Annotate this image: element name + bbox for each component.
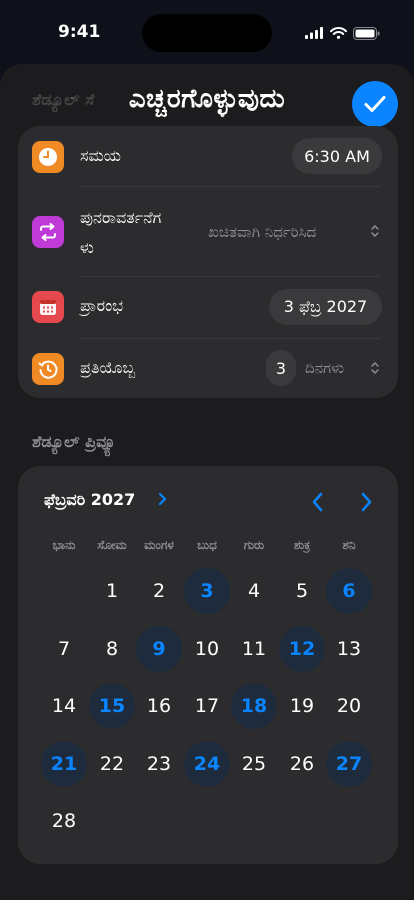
scheduled-day[interactable]: 15 xyxy=(89,683,135,729)
time-label: ಸಮಯ xyxy=(80,146,121,165)
every-row[interactable]: ಪ್ರತಿಯೊಬ್ಬ 3 ದಿನಗಳು xyxy=(18,339,398,398)
start-date-pill[interactable]: 3 ಫೆಬ್ರ 2027 xyxy=(269,289,382,325)
repeat-icon xyxy=(32,216,64,248)
settings-card: ಸಮಯ 6:30 AM ಪುನರಾವರ್ತನೆಗ ಳು ಖಚಿತವಾಗಿ ನಿರ… xyxy=(18,126,398,398)
calendar-day[interactable]: 13 xyxy=(326,626,372,672)
weekday-label: ಭಾನು xyxy=(52,538,76,552)
calendar-day[interactable]: 1 xyxy=(89,568,135,614)
scheduled-day[interactable]: 12 xyxy=(279,626,325,672)
weekday-label: ಮಂಗಳ xyxy=(144,538,174,552)
scheduled-day[interactable]: 6 xyxy=(326,568,372,614)
wifi-icon xyxy=(330,27,347,39)
next-month-button[interactable] xyxy=(360,492,372,512)
start-label: ಪ್ರಾರಂಭ xyxy=(80,296,124,315)
previous-month-button[interactable] xyxy=(312,492,324,512)
calendar-day[interactable]: 14 xyxy=(41,683,87,729)
status-bar: 9:41 xyxy=(0,0,414,64)
time-row[interactable]: ಸಮಯ 6:30 AM xyxy=(18,126,398,188)
checkmark-icon xyxy=(364,96,386,112)
every-unit[interactable]: ದಿನಗಳು xyxy=(305,359,344,377)
calendar-day[interactable]: 22 xyxy=(89,741,135,787)
calendar-day[interactable]: 4 xyxy=(231,568,277,614)
calendar-day[interactable]: 2 xyxy=(136,568,182,614)
status-time: 9:41 xyxy=(58,22,101,42)
alarm-sheet: ಶೆಡ್ಯೂಲ್ ಸೆ ಎಚ್ಚರಗೊಳ್ಳುವುದು ಸಮಯ 6:30 AM xyxy=(0,64,414,900)
every-count-pill[interactable]: 3 xyxy=(266,350,296,386)
month-label[interactable]: ಫೆಬ್ರವರಿ 2027 xyxy=(44,490,135,510)
start-row[interactable]: ಪ್ರಾರಂಭ 3 ಫೆಬ್ರ 2027 xyxy=(18,277,398,337)
calendar-day[interactable]: 19 xyxy=(279,683,325,729)
scheduled-day[interactable]: 9 xyxy=(136,626,182,672)
recurrence-label-line2: ಳು xyxy=(80,238,94,257)
every-label: ಪ್ರತಿಯೊಬ್ಬ xyxy=(80,358,136,377)
chevron-right-icon[interactable] xyxy=(158,492,167,506)
weekday-label: ಗುರು xyxy=(243,538,265,552)
calendar-day[interactable]: 8 xyxy=(89,626,135,672)
confirm-button[interactable] xyxy=(352,81,398,127)
weekday-label: ಶುಕ್ರ xyxy=(293,538,311,552)
recurrence-row[interactable]: ಪುನರಾವರ್ತನೆಗ ಳು ಖಚಿತವಾಗಿ ನಿರ್ಧರಿಸಿದ xyxy=(18,188,398,276)
history-icon xyxy=(32,353,64,385)
calendar-day[interactable]: 26 xyxy=(279,741,325,787)
chevron-updown-icon xyxy=(371,362,379,374)
scheduled-day[interactable]: 27 xyxy=(326,741,372,787)
scheduled-day[interactable]: 21 xyxy=(41,741,87,787)
dynamic-island xyxy=(142,14,272,52)
calendar-day[interactable]: 5 xyxy=(279,568,325,614)
schedule-preview-heading: ಶೆಡ್ಯೂಲ್ ಪ್ರಿವ್ಯೂ xyxy=(32,432,116,451)
scheduled-day[interactable]: 18 xyxy=(231,683,277,729)
calendar-day[interactable]: 25 xyxy=(231,741,277,787)
recurrence-label-line1: ಪುನರಾವರ್ತನೆಗ xyxy=(80,208,162,227)
calendar-day[interactable]: 17 xyxy=(184,683,230,729)
weekday-label: ಶನಿ xyxy=(342,538,356,552)
calendar-day[interactable]: 28 xyxy=(41,798,87,844)
weekday-label: ಸೋಮ xyxy=(97,538,127,552)
scheduled-day[interactable]: 3 xyxy=(184,568,230,614)
battery-icon xyxy=(353,26,380,40)
calendar-day[interactable]: 16 xyxy=(136,683,182,729)
calendar-day[interactable]: 23 xyxy=(136,741,182,787)
weekday-label: ಬುಧ xyxy=(197,538,217,552)
recurrence-value[interactable]: ಖಚಿತವಾಗಿ ನಿರ್ಧರಿಸಿದ xyxy=(208,223,316,241)
calendar-icon xyxy=(32,291,64,323)
clock-icon xyxy=(32,141,64,173)
time-value-pill[interactable]: 6:30 AM xyxy=(292,138,382,174)
scheduled-day[interactable]: 24 xyxy=(184,741,230,787)
chevron-updown-icon xyxy=(371,225,379,237)
status-icons xyxy=(305,25,380,41)
divider xyxy=(80,186,380,187)
calendar-day[interactable]: 11 xyxy=(231,626,277,672)
calendar-day[interactable]: 7 xyxy=(41,626,87,672)
calendar-day[interactable]: 10 xyxy=(184,626,230,672)
calendar-card: ಫೆಬ್ರವರಿ 2027 ಭಾನು ಸೋಮ ಮಂಗಳ ಬುಧ ಗುರು ಶುಕ್ರ ಶನಿ… xyxy=(18,466,398,864)
calendar-day[interactable]: 20 xyxy=(326,683,372,729)
signal-icon xyxy=(305,27,323,39)
